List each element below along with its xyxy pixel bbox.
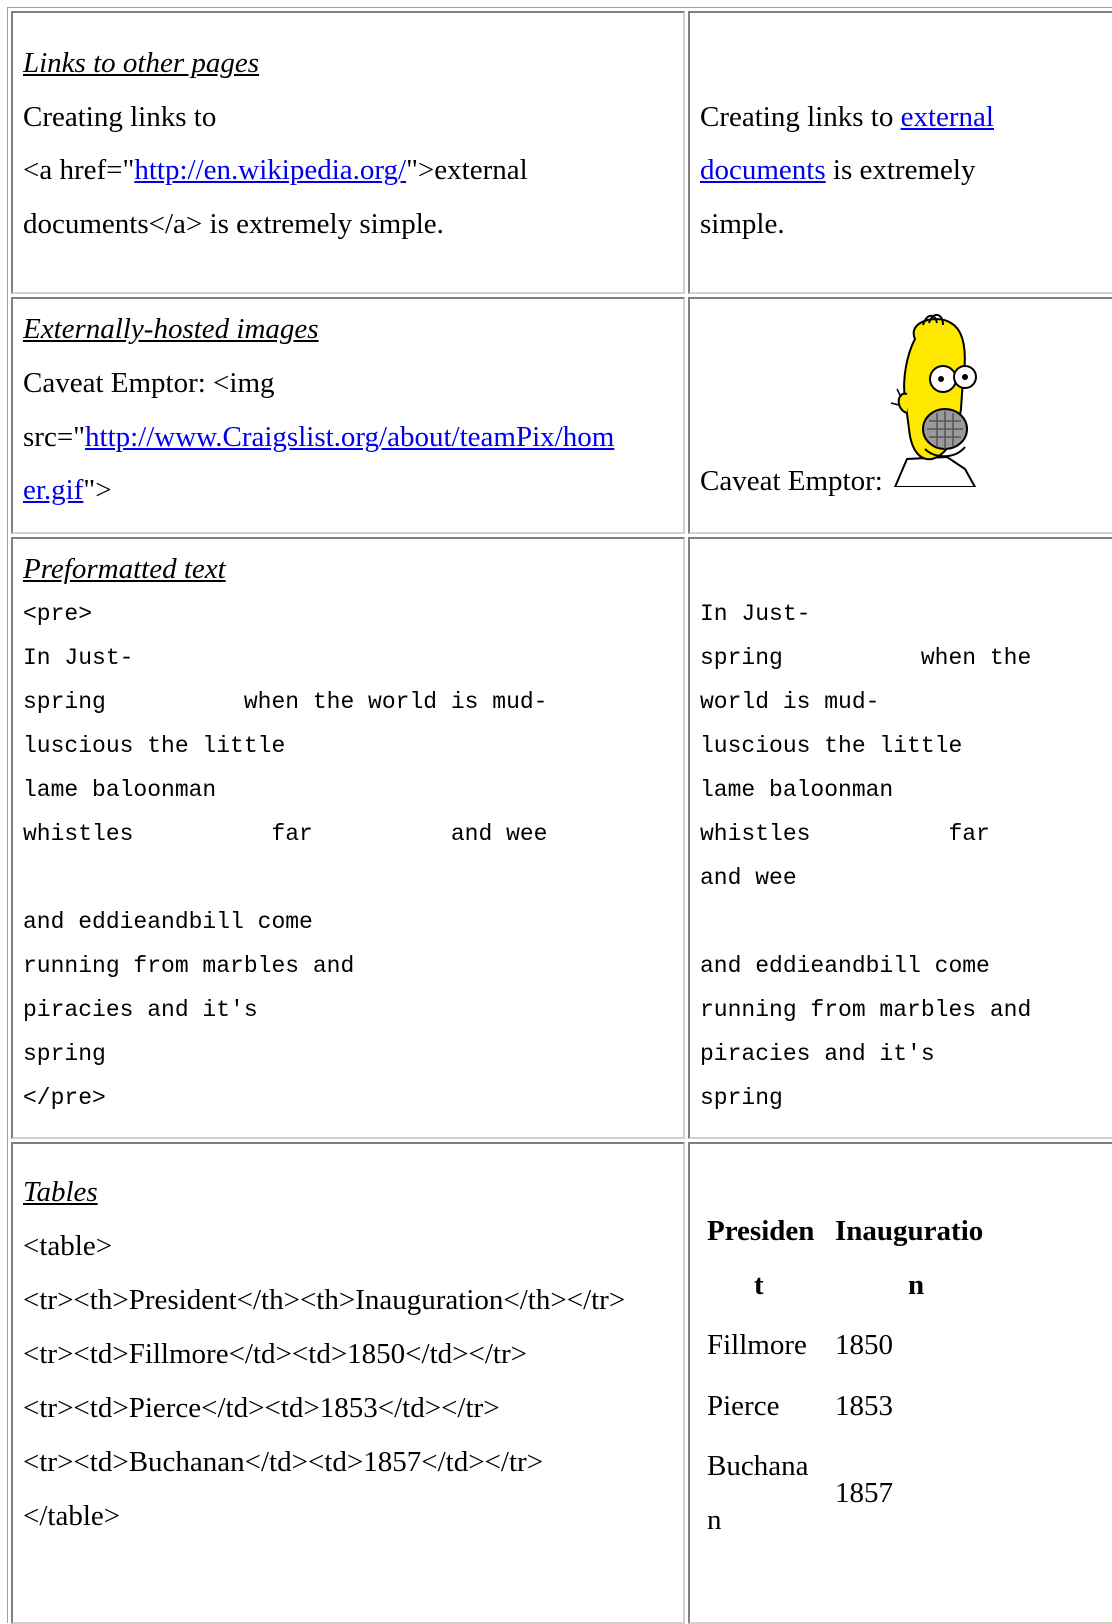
pre-source-cell: Preformatted text <pre> In Just- spring … [11,537,685,1139]
pre-source-line: <pre> [23,601,93,627]
table-cell-president: n [707,1504,722,1536]
images-source-cell: Externally-hosted images Caveat Emptor: … [11,297,685,534]
pre-source-line: spring [23,1041,106,1067]
pre-render-line: spring when the [700,645,1032,671]
pre-render-line: and eddieandbill come [700,953,990,979]
tables-source-line: <table> [23,1230,113,1262]
images-heading: Externally-hosted images [23,313,319,345]
links-render-line: simple. [700,208,785,240]
presidents-table: Presiden t Inauguratio n Fillmore 1850 P… [700,1144,1112,1622]
examples-table: Links to other pages Creating links to <… [7,7,1112,1624]
tables-source-line: <tr><td>Buchanan</td><td>1857</td></tr> [23,1446,544,1478]
external-documents-link[interactable]: external [901,101,994,133]
pre-source-line: lame baloonman [23,777,217,803]
tables-source-line: <tr><td>Pierce</td><td>1853</td></tr> [23,1392,500,1424]
pre-source-line: </pre> [23,1085,106,1111]
table-header-president: Presiden [707,1215,815,1247]
caveat-emptor-text: Caveat Emptor: [700,465,883,497]
pre-source-line: In Just- [23,645,134,671]
pre-render-line: luscious the little [700,733,963,759]
links-source-line: <a href="http://en.wikipedia.org/">exter… [23,154,528,186]
pre-render-line: spring [700,1085,783,1111]
pre-render-line: and wee [700,865,797,891]
table-cell-year: 1857 [835,1477,893,1509]
pre-source-line: piracies and it's [23,997,258,1023]
images-source-line: er.gif"> [23,474,112,506]
pre-render-line: whistles far [700,821,990,847]
table-header-inauguration: Inauguratio [835,1215,984,1247]
links-source-cell: Links to other pages Creating links to <… [11,11,685,294]
homer-simpson-icon [890,314,977,487]
pre-render-cell: In Just- spring when the world is mud- l… [688,537,1112,1139]
pre-render-line: piracies and it's [700,1041,935,1067]
table-header-inauguration: n [908,1269,925,1301]
pre-source-line: running from marbles and [23,953,355,979]
links-render-line: Creating links to external [700,101,994,133]
tables-source-line: <tr><th>President</th><th>Inauguration</… [23,1284,626,1316]
craigslist-image-link[interactable]: http://www.Craigslist.org/about/teamPix/… [85,421,614,453]
tables-source-cell: Tables <table> <tr><th>President</th><th… [11,1142,685,1624]
table-cell-year: 1853 [835,1390,893,1422]
links-heading: Links to other pages [23,47,260,79]
pre-source-line: and eddieandbill come [23,909,313,935]
craigslist-image-link[interactable]: er.gif [23,474,83,506]
links-render-cell: Creating links to external documents is … [688,11,1112,294]
wikipedia-link[interactable]: http://en.wikipedia.org/ [134,154,406,186]
pre-heading: Preformatted text [23,553,226,585]
pre-source-line: spring when the world is mud- [23,689,548,715]
pre-source-line: luscious the little [23,733,286,759]
tables-heading: Tables [23,1176,98,1208]
links-source-line: Creating links to [23,101,217,133]
tables-render-cell: Presiden t Inauguratio n Fillmore 1850 P… [688,1142,1112,1624]
table-cell-year: 1850 [835,1329,893,1361]
table-cell-president: Fillmore [707,1329,807,1361]
pre-source-line: whistles far and wee [23,821,548,847]
table-cell-president: Buchana [707,1450,809,1482]
images-source-line: src="http://www.Craigslist.org/about/tea… [23,421,615,453]
pre-render-line: world is mud- [700,689,880,715]
tables-source-line: </table> [23,1500,121,1532]
external-documents-link[interactable]: documents [700,154,826,186]
table-header-president: t [754,1269,764,1301]
tables-source-line: <tr><td>Fillmore</td><td>1850</td></tr> [23,1338,527,1370]
pre-render-line: lame baloonman [700,777,894,803]
links-source-line: documents</a> is extremely simple. [23,208,444,240]
images-render-cell: Caveat Emptor: [688,297,1112,534]
pre-render-line: running from marbles and [700,997,1032,1023]
links-render-line: documents is extremely [700,154,976,186]
pre-render-line: In Just- [700,601,811,627]
table-cell-president: Pierce [707,1390,780,1422]
images-source-line: Caveat Emptor: <img [23,367,275,399]
